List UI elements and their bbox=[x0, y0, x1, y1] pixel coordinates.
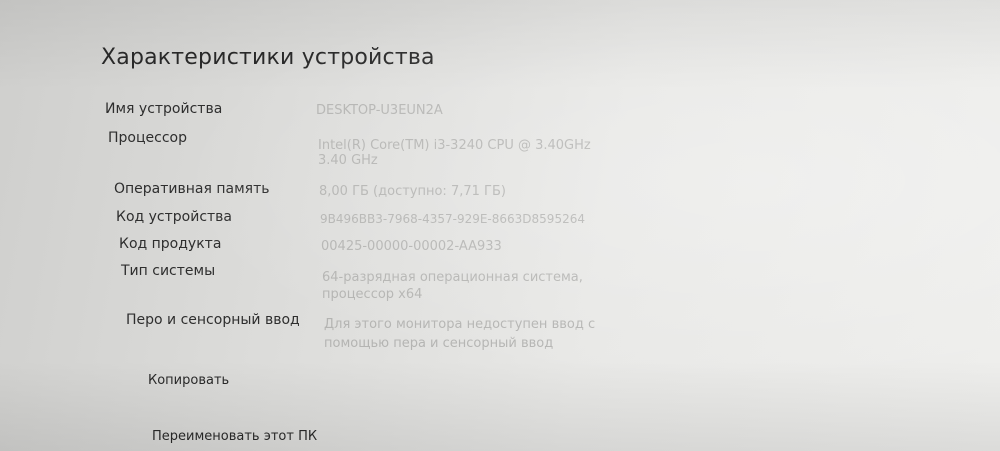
spec-value-ram: 8,00 ГБ (доступно: 7,71 ГБ) bbox=[319, 184, 506, 199]
section-title: Характеристики устройства bbox=[101, 45, 435, 70]
spec-value-device-name: DESKTOP-U3EUN2A bbox=[316, 103, 443, 118]
spec-label-pen-touch: Перо и сенсорный ввод bbox=[126, 312, 300, 328]
spec-value-pen-touch: Для этого монитора недоступен ввод с bbox=[324, 317, 596, 332]
spec-label-processor: Процессор bbox=[108, 130, 187, 146]
device-specifications-screen: Характеристики устройства Имя устройства… bbox=[0, 0, 1000, 451]
spec-label-device-name: Имя устройства bbox=[105, 101, 223, 117]
spec-label-system-type: Тип системы bbox=[121, 263, 216, 279]
spec-value-pen-touch-line2: помощью пера и сенсорный ввод bbox=[324, 336, 554, 351]
spec-label-product-id: Код продукта bbox=[119, 236, 222, 252]
spec-value-system-type-cpu: процессор x64 bbox=[322, 287, 423, 302]
spec-label-device-id: Код устройства bbox=[116, 209, 233, 225]
copy-button[interactable]: Копировать bbox=[148, 373, 229, 388]
rename-pc-link[interactable]: Переименовать этот ПК bbox=[152, 429, 317, 444]
spec-value-processor-speed: 3.40 GHz bbox=[318, 153, 378, 168]
spec-value-device-id: 9B496BB3-7968-4357-929E-8663D8595264 bbox=[320, 212, 585, 226]
spec-value-product-id: 00425-00000-00002-AA933 bbox=[321, 239, 502, 254]
spec-label-ram: Оперативная память bbox=[114, 181, 270, 197]
